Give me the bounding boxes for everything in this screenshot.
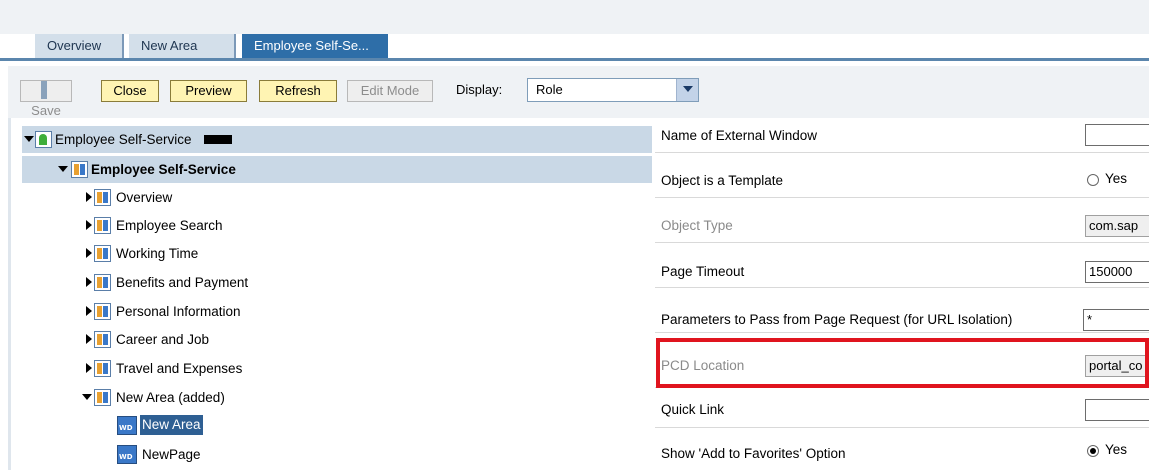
preview-label: Preview [185,83,232,98]
external-window-field[interactable] [1085,124,1149,146]
role-icon [35,131,52,148]
save-label: Save [31,103,61,118]
tree-item-label: Employee Search [116,218,223,233]
collapse-toggle-icon[interactable] [84,269,94,296]
collapse-toggle-icon[interactable] [84,355,94,382]
page-icon [94,245,111,262]
expand-toggle-icon[interactable] [58,156,68,183]
tree-leaf-label-selected: New Area [140,415,203,435]
tree-item-overview[interactable]: Overview [22,184,652,211]
left-border [8,118,11,470]
iview-icon [117,416,137,435]
edit-mode-button[interactable]: Edit Mode [347,80,433,102]
refresh-button[interactable]: Refresh [259,80,337,102]
radio-label: Yes [1105,171,1128,186]
collapse-toggle-icon[interactable] [84,298,94,325]
property-row: Parameters to Pass from Page Request (fo… [655,288,1149,333]
property-label: Object Type [661,218,733,233]
property-label: Name of External Window [661,128,818,143]
tree-item-new-area-added[interactable]: New Area (added) [22,384,652,411]
grip-icon [41,81,47,99]
tree-root-label: Employee Self-Service [55,132,192,147]
tab-underline [0,58,1149,61]
collapse-toggle-icon[interactable] [84,326,94,353]
quick-link-field[interactable] [1085,399,1149,421]
redaction-mark [204,135,232,144]
top-strip [0,0,1149,34]
display-value: Role [536,82,563,97]
iview-icon [117,445,137,464]
highlight-annotation [656,338,1149,388]
property-row: Page Timeout 150000 [655,243,1149,288]
display-select[interactable]: Role [527,78,699,102]
property-label: Parameters to Pass from Page Request (fo… [661,312,1013,327]
chevron-down-icon[interactable] [676,79,698,101]
tree-leaf-newpage[interactable]: NewPage [22,441,652,468]
property-label: Object is a Template [661,173,784,188]
workset-icon [71,161,88,178]
tree-item-label: Working Time [116,246,199,261]
content-tree: Employee Self-Service Employee Self-Serv… [22,126,652,470]
tab-employee-self-service[interactable]: Employee Self-Se... [242,34,388,58]
tab-label: Employee Self-Se... [254,38,369,53]
tree-item-label: Travel and Expenses [116,361,243,376]
collapse-toggle-icon[interactable] [84,212,94,239]
tree-folder-row[interactable]: Employee Self-Service [22,156,652,183]
property-row: Show 'Add to Favorites' Option Yes [655,428,1149,470]
page-icon [94,389,111,406]
collapse-toggle-icon[interactable] [84,240,94,267]
refresh-label: Refresh [275,83,321,98]
tree-item-label: Benefits and Payment [116,275,249,290]
tree-root-row[interactable]: Employee Self-Service [22,126,652,153]
object-type-field[interactable]: com.sap [1085,215,1149,237]
editor-toolbar: Save Close Preview Refresh Edit Mode Dis… [8,66,1149,118]
page-icon [94,274,111,291]
tab-overview[interactable]: Overview [35,34,124,58]
tree-leaf-label: NewPage [142,447,201,462]
edit-mode-label: Edit Mode [360,83,420,98]
close-label: Close [113,83,147,98]
page-timeout-field[interactable]: 150000 [1085,261,1149,283]
tree-item-working-time[interactable]: Working Time [22,240,652,267]
save-button[interactable]: Save [20,80,72,118]
collapse-toggle-icon[interactable] [84,184,94,211]
tree-item-personal-information[interactable]: Personal Information [22,298,652,325]
tree-item-label: New Area (added) [116,390,225,405]
page-icon [94,331,111,348]
close-button[interactable]: Close [101,80,159,102]
tree-item-employee-search[interactable]: Employee Search [22,212,652,239]
tab-new-area[interactable]: New Area [129,34,236,58]
property-row: Object Type com.sap [655,198,1149,243]
display-label: Display: [456,82,503,97]
property-row: Object is a Template Yes [655,153,1149,198]
tab-label: New Area [141,38,198,53]
property-row: Name of External Window [655,118,1149,153]
property-label: Quick Link [661,402,725,417]
template-yes-radio[interactable] [1087,174,1099,186]
tree-item-label: Personal Information [116,304,241,319]
page-icon [94,303,111,320]
favorites-yes-radio[interactable] [1087,445,1099,457]
property-label: Show 'Add to Favorites' Option [661,446,846,461]
tab-bar: Overview New Area Employee Self-Se... [0,34,1149,60]
property-panel: Name of External Window Object is a Temp… [655,118,1149,470]
page-icon [94,189,111,206]
page-icon [94,360,111,377]
radio-label: Yes [1105,442,1128,457]
tree-item-career[interactable]: Career and Job [22,326,652,353]
tree-leaf-new-area[interactable]: New Area [22,412,652,439]
expand-toggle-icon[interactable] [24,126,34,153]
preview-button[interactable]: Preview [170,80,247,102]
tab-label: Overview [47,38,102,53]
tree-folder-label: Employee Self-Service [91,162,236,177]
tree-item-travel[interactable]: Travel and Expenses [22,355,652,382]
tree-item-label: Career and Job [116,332,210,347]
tree-item-benefits[interactable]: Benefits and Payment [22,269,652,296]
property-label: Page Timeout [661,264,745,279]
property-row: Quick Link [655,388,1149,428]
page-icon [94,217,111,234]
tree-item-label: Overview [116,190,173,205]
expand-toggle-icon[interactable] [82,384,92,411]
parameters-field[interactable]: * [1083,309,1149,331]
